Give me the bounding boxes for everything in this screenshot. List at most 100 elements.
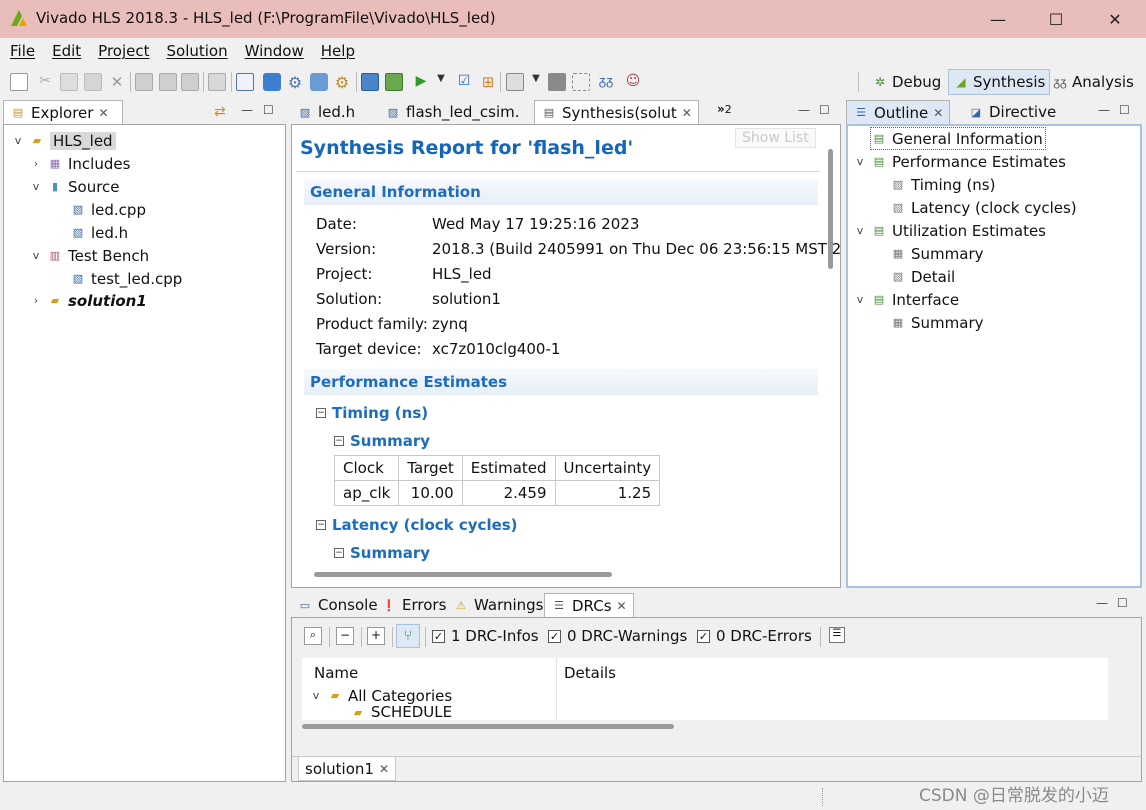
cosim-icon[interactable]: ☑ <box>455 73 473 91</box>
stop-icon[interactable] <box>548 73 566 91</box>
outline-item[interactable]: v ▤ Performance Estimates <box>854 150 1066 173</box>
outline-item[interactable]: ▧ Timing (ns) <box>890 173 996 196</box>
collapse-icon[interactable]: − <box>316 520 326 530</box>
chevron-down-icon[interactable]: v <box>854 224 866 237</box>
tab-directive[interactable]: ◪ Directive <box>962 100 1062 124</box>
chevron-right-icon[interactable]: › <box>30 157 42 170</box>
close-icon[interactable]: ✕ <box>933 106 943 120</box>
checkbox-checked-icon[interactable]: ✓ <box>432 629 445 643</box>
outline-item[interactable]: ▦ Summary <box>890 311 984 334</box>
latency-section[interactable]: − Latency (clock cycles) <box>316 516 518 534</box>
maximize-icon[interactable]: ☐ <box>1119 103 1130 117</box>
minimize-button[interactable]: — <box>975 4 1021 34</box>
perspective-analysis[interactable]: ᵹᵹ Analysis <box>1048 69 1138 95</box>
tab-led-h[interactable]: ▧ led.h <box>291 100 361 124</box>
tab-console[interactable]: ▭ Console <box>291 593 384 617</box>
outline-item[interactable]: v ▤ Utilization Estimates <box>854 219 1046 242</box>
close-icon[interactable]: ✕ <box>682 106 692 120</box>
minimize-icon[interactable]: — <box>1098 103 1110 117</box>
horizontal-scrollbar[interactable] <box>314 572 612 577</box>
menu-edit[interactable]: Edit <box>52 42 81 60</box>
vertical-scrollbar[interactable] <box>828 149 833 269</box>
latency-summary-section[interactable]: − Summary <box>334 544 430 562</box>
collapse-all-icon[interactable]: − <box>336 627 354 645</box>
tab-overflow[interactable]: »2 <box>717 102 732 116</box>
close-icon[interactable]: ✕ <box>617 599 627 613</box>
save-icon[interactable] <box>135 73 153 91</box>
horizontal-scrollbar[interactable] <box>302 724 674 729</box>
new-file-icon[interactable] <box>10 73 28 91</box>
tree-item-file[interactable]: ▧ test_led.cpp <box>70 267 183 290</box>
chevron-down-icon[interactable]: v <box>854 293 866 306</box>
print-icon[interactable] <box>208 73 226 91</box>
chevron-right-icon[interactable]: › <box>30 294 42 307</box>
menu-help[interactable]: Help <box>321 42 355 60</box>
tab-errors[interactable]: ❗ Errors <box>375 593 452 617</box>
debug-glasses-icon[interactable]: ᵹᵹ <box>597 73 615 91</box>
checkbox-checked-icon[interactable]: ✓ <box>548 629 561 643</box>
maximize-icon[interactable]: ☐ <box>263 103 274 117</box>
compare-icon[interactable] <box>506 73 524 91</box>
collapse-icon[interactable]: − <box>316 408 326 418</box>
drc-warnings-filter[interactable]: ✓ 0 DRC-Warnings <box>548 627 687 645</box>
layout-icon[interactable] <box>572 73 590 91</box>
column-header-details[interactable]: Details <box>564 664 616 682</box>
run-icon[interactable]: ▶ <box>412 73 430 91</box>
outline-item[interactable]: v ▤ Interface <box>854 288 959 311</box>
tab-solution1[interactable]: solution1 ✕ <box>298 756 397 781</box>
minimize-icon[interactable]: — <box>798 103 810 117</box>
project-settings-icon[interactable] <box>236 73 254 91</box>
tree-item-file[interactable]: ▧ led.h <box>70 221 128 244</box>
outline-item[interactable]: ▧ Latency (clock cycles) <box>890 196 1077 219</box>
collapse-icon[interactable]: − <box>334 548 344 558</box>
solution-settings-icon[interactable]: ⚙ <box>286 73 304 92</box>
delete-icon[interactable]: ✕ <box>108 73 126 91</box>
close-icon[interactable]: ✕ <box>379 762 389 776</box>
timing-section[interactable]: − Timing (ns) <box>316 404 428 422</box>
compare-dropdown-icon[interactable]: ▼ <box>527 73 545 91</box>
close-icon[interactable]: ✕ <box>98 106 108 120</box>
show-list-button[interactable]: Show List <box>735 128 816 148</box>
run-dropdown-icon[interactable]: ▼ <box>432 73 450 91</box>
tab-csim[interactable]: ▧ flash_led_csim. <box>379 100 526 124</box>
export-rtl-icon[interactable]: ⊞ <box>479 73 497 91</box>
cut-icon[interactable]: ✂ <box>36 73 54 91</box>
drc-infos-filter[interactable]: ✓ 1 DRC-Infos <box>432 627 539 645</box>
tab-outline[interactable]: ☰ Outline ✕ <box>846 100 951 124</box>
paste-icon[interactable] <box>84 73 102 91</box>
list-view-icon[interactable]: ☰ <box>829 627 845 643</box>
menu-solution[interactable]: Solution <box>167 42 228 60</box>
copy-icon[interactable] <box>60 73 78 91</box>
index-icon[interactable] <box>310 73 328 91</box>
tree-item-project[interactable]: v ▰ HLS_led <box>12 129 116 152</box>
menu-window[interactable]: Window <box>245 42 304 60</box>
perspective-debug[interactable]: ✲ Debug <box>868 69 945 95</box>
minimize-icon[interactable]: — <box>1096 596 1108 610</box>
minimize-icon[interactable]: — <box>241 103 253 117</box>
tree-item-solution[interactable]: › ▰ solution1 <box>30 289 147 312</box>
tab-explorer[interactable]: ▤ Explorer ✕ <box>3 100 123 124</box>
maximize-icon[interactable]: ☐ <box>1117 596 1128 610</box>
outline-item[interactable]: ▤ General Information <box>870 127 1046 150</box>
csim-icon[interactable] <box>361 73 379 91</box>
tree-item-source[interactable]: v ▮ Source <box>30 175 120 198</box>
menu-project[interactable]: Project <box>98 42 149 60</box>
column-header-name[interactable]: Name <box>314 664 358 682</box>
perspective-synthesis[interactable]: ◢ Synthesis <box>948 69 1051 95</box>
link-with-editor-icon[interactable]: ⇄ <box>214 104 226 120</box>
collapse-icon[interactable]: − <box>334 436 344 446</box>
table-row[interactable]: ▰ SCHEDULE <box>350 704 452 720</box>
tree-item-includes[interactable]: › ▦ Includes <box>30 152 131 175</box>
chevron-down-icon[interactable]: v <box>12 134 24 147</box>
chevron-down-icon[interactable]: v <box>854 155 866 168</box>
group-by-icon[interactable]: ⑂ <box>396 624 420 648</box>
tab-drcs[interactable]: ☰ DRCs ✕ <box>544 593 634 617</box>
maximize-button[interactable]: ☐ <box>1033 4 1079 34</box>
chevron-down-icon[interactable]: v <box>310 689 322 702</box>
tree-item-testbench[interactable]: v ▥ Test Bench <box>30 244 149 267</box>
expand-all-icon[interactable]: + <box>367 627 385 645</box>
tree-item-file[interactable]: ▧ led.cpp <box>70 198 146 221</box>
help-icon[interactable]: ☺ <box>624 73 642 91</box>
outline-item[interactable]: ▦ Summary <box>890 242 984 265</box>
new-solution-icon[interactable] <box>263 73 281 91</box>
